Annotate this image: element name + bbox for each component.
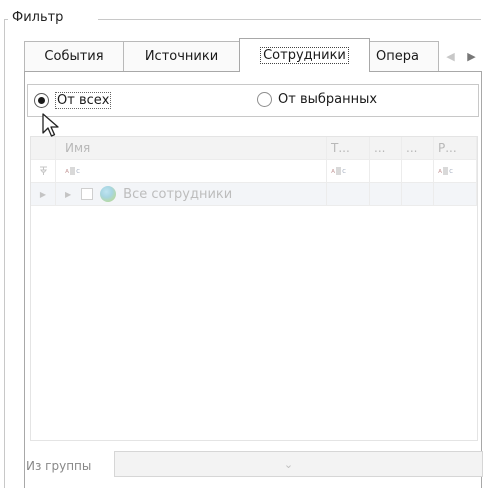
filter-cell-3[interactable] bbox=[370, 160, 402, 183]
arrow-right-icon[interactable]: ▶ bbox=[467, 50, 475, 63]
radio-from-selected-label: От выбранных bbox=[278, 92, 378, 107]
chevron-down-icon: ⌄ bbox=[283, 457, 294, 471]
filter-cell-4[interactable] bbox=[402, 160, 434, 183]
row-checkbox[interactable] bbox=[81, 188, 94, 200]
abc-filter-icon: ᴀc bbox=[331, 167, 347, 175]
column-header-2[interactable]: Т... bbox=[327, 137, 370, 160]
table-row[interactable]: ▶ ▶ Все сотрудники bbox=[31, 183, 477, 206]
globe-icon bbox=[100, 186, 117, 202]
row-name-cell[interactable]: ▶ Все сотрудники bbox=[56, 183, 327, 206]
column-header-name[interactable]: Имя bbox=[56, 137, 327, 160]
filter-pin-icon bbox=[39, 166, 47, 175]
group-frame-left bbox=[4, 19, 5, 488]
arrow-left-icon[interactable]: ◀ bbox=[446, 50, 454, 63]
radio-from-selected[interactable]: От выбранных bbox=[257, 92, 377, 107]
tab-events-label: События bbox=[44, 49, 104, 64]
row-cell-3[interactable] bbox=[370, 183, 402, 206]
tab-operations[interactable]: Опера bbox=[369, 41, 439, 71]
column-header-5[interactable]: Р... bbox=[434, 137, 477, 160]
grid-header-row: Имя Т... ... ... Р... bbox=[31, 137, 477, 160]
tab-operations-label: Опера bbox=[376, 49, 419, 64]
tab-sources[interactable]: Источники bbox=[123, 41, 240, 71]
row-cell-5[interactable] bbox=[434, 183, 477, 206]
row-indicator: ▶ bbox=[31, 183, 56, 206]
row-name-label: Все сотрудники bbox=[123, 186, 233, 202]
column-header-3[interactable]: ... bbox=[370, 137, 402, 160]
row-cell-4[interactable] bbox=[402, 183, 434, 206]
tab-events[interactable]: События bbox=[24, 41, 124, 71]
radio-from-selected-circle[interactable] bbox=[257, 92, 272, 107]
filter-row-indicator bbox=[31, 160, 56, 183]
row-indicator-icon: ▶ bbox=[39, 189, 47, 199]
source-mode-radio-group: От всех От выбранных bbox=[27, 84, 479, 117]
tab-employees-label: Сотрудники bbox=[260, 47, 349, 64]
abc-filter-icon: ᴀc bbox=[438, 167, 454, 175]
filter-cell-name[interactable]: ᴀc bbox=[56, 160, 327, 183]
radio-from-all[interactable]: От всех bbox=[34, 92, 112, 109]
filter-cell-5[interactable]: ᴀc bbox=[434, 160, 477, 183]
tab-sources-label: Источники bbox=[144, 49, 219, 64]
tab-scroll-arrows: ◀ ▶ bbox=[440, 41, 482, 71]
filter-group-title: Фильтр bbox=[10, 10, 66, 25]
grid-filter-row[interactable]: ᴀc ᴀc ᴀc bbox=[31, 160, 477, 183]
abc-filter-icon: ᴀc bbox=[65, 167, 81, 175]
expand-icon[interactable]: ▶ bbox=[65, 190, 71, 199]
group-frame-top-right bbox=[98, 19, 481, 20]
employees-grid[interactable]: Имя Т... ... ... Р... ᴀc ᴀc ᴀc ▶ ▶ Все с… bbox=[30, 136, 478, 441]
radio-from-all-label: От всех bbox=[55, 92, 112, 109]
radio-from-all-circle[interactable] bbox=[34, 93, 49, 108]
from-group-label: Из группы bbox=[26, 459, 92, 473]
mouse-cursor-icon bbox=[42, 113, 59, 137]
tab-employees[interactable]: Сотрудники bbox=[239, 38, 370, 72]
group-select[interactable]: ⌄ bbox=[114, 451, 483, 477]
column-header-4[interactable]: ... bbox=[402, 137, 434, 160]
row-cell-2[interactable] bbox=[327, 183, 370, 206]
filter-cell-2[interactable]: ᴀc bbox=[327, 160, 370, 183]
